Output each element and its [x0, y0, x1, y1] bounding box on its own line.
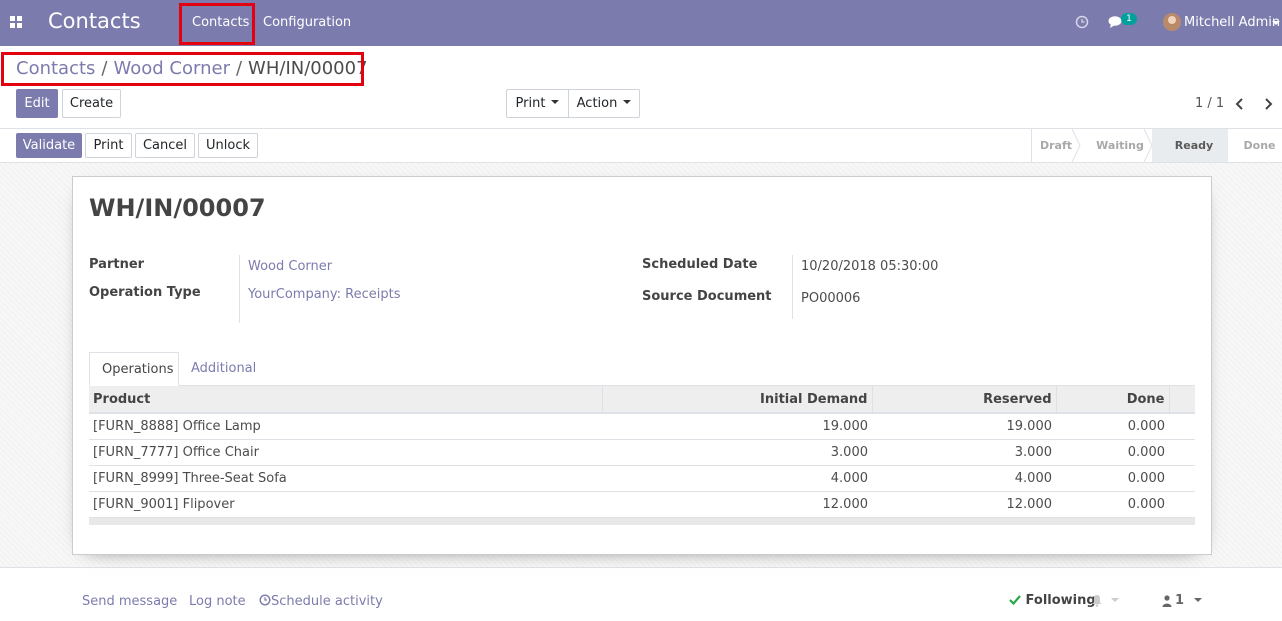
user-menu[interactable]: Mitchell Admin: [1184, 0, 1280, 46]
pager-value[interactable]: 1 / 1: [1195, 96, 1224, 111]
tab-operations[interactable]: Operations: [89, 352, 179, 386]
print-dropdown-label: Print: [515, 96, 546, 111]
clock-icon: [259, 594, 271, 606]
empty-cell: [1169, 491, 1195, 518]
partner-field[interactable]: Wood Corner: [248, 259, 332, 274]
operation-type-label: Operation Type: [89, 285, 201, 300]
unlock-button[interactable]: Unlock: [198, 133, 258, 158]
initial-demand-cell: 3.000: [602, 439, 872, 466]
schedule-activity-button[interactable]: Schedule activity: [259, 594, 383, 609]
source-document-field[interactable]: PO00006: [801, 291, 860, 306]
status-step-waiting: Waiting: [1080, 129, 1153, 162]
followers-count[interactable]: 1: [1175, 593, 1184, 608]
status-step-draft: Draft: [1032, 129, 1081, 162]
chevron-down-icon[interactable]: [1272, 21, 1280, 25]
source-document-label: Source Document: [642, 289, 772, 304]
messages-badge: 1: [1121, 13, 1137, 25]
product-cell: [FURN_7777] Office Chair: [89, 439, 602, 466]
product-cell: [FURN_8999] Three-Seat Sofa: [89, 465, 602, 492]
action-dropdown[interactable]: Action: [568, 89, 640, 118]
chevron-right-icon[interactable]: [1263, 98, 1273, 110]
log-note-button[interactable]: Log note: [189, 594, 246, 609]
schedule-activity-label: Schedule activity: [271, 594, 383, 609]
app-title[interactable]: Contacts: [48, 9, 141, 33]
initial-demand-cell: 12.000: [602, 491, 872, 518]
statusbar: Validate Print Cancel Unlock Draft Waiti…: [0, 128, 1282, 163]
reserved-cell: 12.000: [872, 491, 1056, 518]
reserved-cell: 19.000: [872, 413, 1056, 440]
create-button[interactable]: Create: [62, 89, 121, 118]
field-divider: [792, 255, 793, 319]
print-dropdown[interactable]: Print: [506, 89, 569, 118]
empty-cell: [1169, 413, 1195, 440]
scheduled-date-label: Scheduled Date: [642, 257, 758, 272]
done-cell: 0.000: [1056, 465, 1169, 492]
check-icon: [1009, 595, 1021, 606]
partner-label: Partner: [89, 257, 145, 272]
highlight-annotation-menu: [179, 3, 255, 45]
action-dropdown-label: Action: [576, 96, 618, 111]
chevron-left-icon[interactable]: [1235, 98, 1245, 110]
caret-down-icon: [623, 99, 632, 104]
clock-icon[interactable]: [1075, 15, 1089, 29]
column-header-reserved[interactable]: Reserved: [872, 386, 1057, 414]
user-icon[interactable]: [1162, 595, 1172, 607]
record-title: WH/IN/00007: [89, 194, 266, 222]
reserved-cell: 3.000: [872, 439, 1056, 466]
scheduled-date-field[interactable]: 10/20/2018 05:30:00: [801, 259, 938, 274]
chevron-down-icon[interactable]: [1111, 598, 1119, 602]
table-row[interactable]: [FURN_7777] Office Chair 3.000 3.000 0.0…: [89, 439, 1195, 466]
field-divider: [239, 255, 240, 323]
empty-cell: [1169, 439, 1195, 466]
product-cell: [FURN_9001] Flipover: [89, 491, 602, 518]
user-avatar[interactable]: [1163, 13, 1181, 31]
caret-down-icon: [551, 99, 560, 104]
tab-additional-info[interactable]: Additional Info: [179, 352, 268, 410]
highlight-annotation-breadcrumb: [1, 52, 364, 86]
empty-cell: [1169, 465, 1195, 492]
operations-table: Product Initial Demand Reserved Done [FU…: [89, 386, 1195, 518]
edit-button[interactable]: Edit: [16, 89, 58, 118]
table-row[interactable]: [FURN_9001] Flipover 12.000 12.000 0.000: [89, 491, 1195, 518]
status-steps: Draft Waiting Ready Done: [1031, 129, 1282, 162]
table-footer: [89, 518, 1195, 525]
bell-icon[interactable]: [1091, 594, 1103, 607]
column-header-done[interactable]: Done: [1056, 386, 1170, 414]
menu-configuration[interactable]: Configuration: [263, 0, 351, 46]
done-cell: 0.000: [1056, 439, 1169, 466]
column-header-trash: [1169, 386, 1195, 414]
column-header-initial-demand[interactable]: Initial Demand: [602, 386, 873, 414]
table-row[interactable]: [FURN_8888] Office Lamp 19.000 19.000 0.…: [89, 413, 1195, 440]
step-separator-icon: [1144, 129, 1153, 162]
chevron-down-icon[interactable]: [1194, 598, 1202, 602]
print-button[interactable]: Print: [85, 133, 132, 158]
reserved-cell: 4.000: [872, 465, 1056, 492]
form-sheet: WH/IN/00007 Partner Operation Type Wood …: [72, 176, 1212, 555]
initial-demand-cell: 4.000: [602, 465, 872, 492]
cancel-button[interactable]: Cancel: [135, 133, 195, 158]
done-cell: 0.000: [1056, 413, 1169, 440]
product-cell: [FURN_8888] Office Lamp: [89, 413, 602, 440]
operation-type-field[interactable]: YourCompany: Receipts: [248, 287, 401, 302]
step-separator-icon: [1072, 129, 1081, 162]
following-button[interactable]: Following: [1009, 593, 1096, 608]
following-label: Following: [1025, 593, 1096, 608]
column-header-product[interactable]: Product: [89, 386, 603, 414]
status-step-ready: Ready: [1152, 129, 1228, 162]
apps-menu-icon[interactable]: [10, 16, 22, 28]
step-separator-icon: [1220, 129, 1228, 162]
done-cell: 0.000: [1056, 491, 1169, 518]
validate-button[interactable]: Validate: [16, 133, 82, 158]
initial-demand-cell: 19.000: [602, 413, 872, 440]
send-message-button[interactable]: Send message: [82, 594, 177, 609]
table-row[interactable]: [FURN_8999] Three-Seat Sofa 4.000 4.000 …: [89, 465, 1195, 492]
status-step-done: Done: [1243, 139, 1276, 152]
